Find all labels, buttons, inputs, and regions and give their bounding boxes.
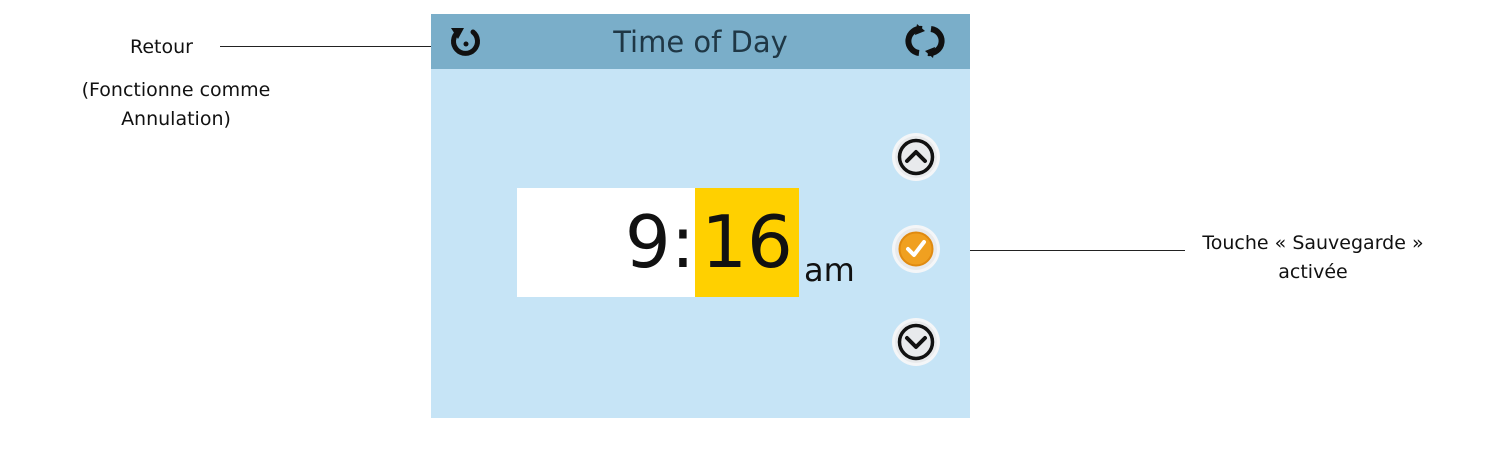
checkmark-icon[interactable] [891, 224, 941, 274]
page-title: Time of Day [613, 25, 788, 59]
save-leader-line [965, 250, 1185, 251]
back-annotation-label: Retour [130, 36, 193, 58]
back-icon[interactable] [449, 25, 483, 59]
minutes-field-selected[interactable]: 16 [695, 188, 799, 297]
refresh-icon[interactable] [905, 23, 945, 59]
chevron-down-icon[interactable] [891, 317, 941, 367]
back-annotation-note: (Fonctionne comme Annulation) [81, 79, 271, 130]
save-annotation-note: Touche « Sauvegarde » activée [1202, 232, 1424, 283]
time-display: 9: 16 [517, 188, 799, 297]
time-of-day-screen: Time of Day 9: 16 am [431, 14, 970, 418]
back-leader-line [220, 46, 448, 47]
chevron-up-icon[interactable] [891, 132, 941, 182]
am-pm-indicator[interactable]: am [804, 250, 855, 290]
hours-field[interactable]: 9: [517, 188, 695, 297]
